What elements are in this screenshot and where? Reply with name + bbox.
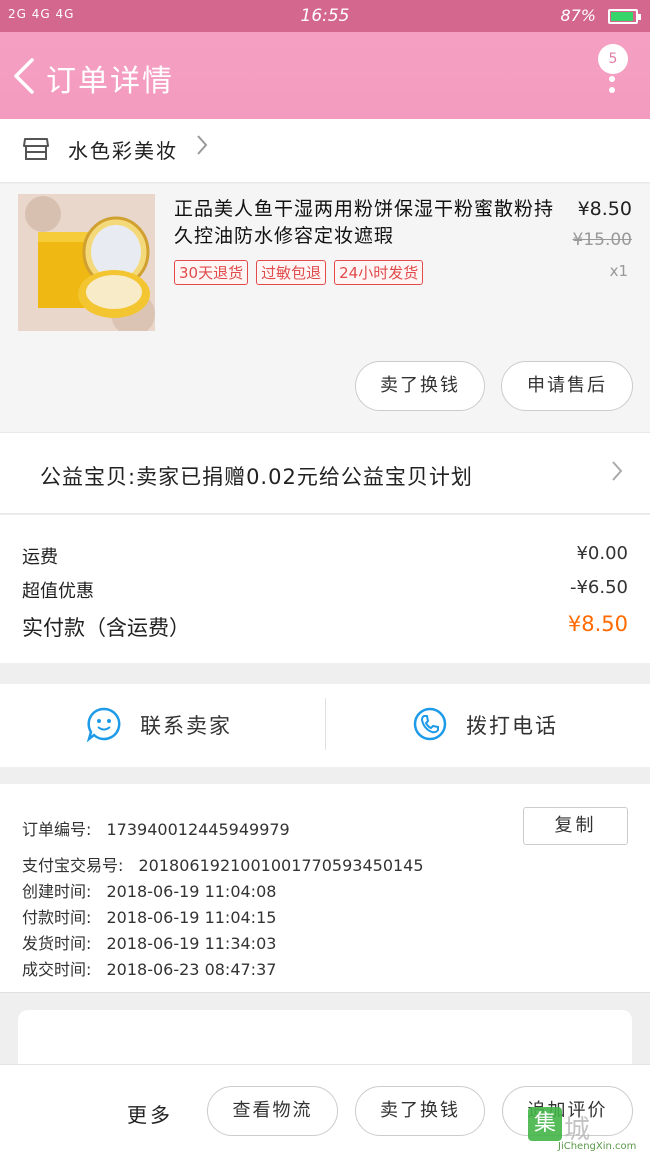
alipay-number-row: 支付宝交易号: 2018061921001001770593450145 xyxy=(22,852,424,876)
status-bar: 2G 4G 4G 16:55 87% xyxy=(0,0,650,32)
charity-row[interactable]: 公益宝贝:卖家已捐赠0.02元给公益宝贝计划 xyxy=(0,432,650,514)
message-badge: 5 xyxy=(598,44,628,74)
contact-bar: 联系卖家 拨打电话 xyxy=(0,684,650,767)
shop-name: 水色彩美妆 xyxy=(68,139,178,163)
service-tags: 30天退货 过敏包退 24小时发货 xyxy=(174,260,431,285)
product-item[interactable]: 正品美人鱼干湿两用粉饼保湿干粉蜜散粉持久控油防水修容定妆遮瑕 30天退货 过敏包退… xyxy=(0,184,650,432)
charity-text: 公益宝贝:卖家已捐赠0.02元给公益宝贝计划 xyxy=(40,465,473,489)
status-time: 16:55 xyxy=(300,6,350,26)
chat-bubble-icon xyxy=(86,706,122,743)
back-icon[interactable] xyxy=(10,56,40,94)
product-name: 正品美人鱼干湿两用粉饼保湿干粉蜜散粉持久控油防水修容定妆遮瑕 xyxy=(174,198,555,247)
after-sale-button[interactable]: 申请售后 xyxy=(501,361,633,411)
call-phone-button[interactable]: 拨打电话 xyxy=(326,684,650,767)
call-phone-label: 拨打电话 xyxy=(466,714,558,738)
paid-time: 2018-06-19 11:04:15 xyxy=(106,908,277,927)
created-time: 2018-06-19 11:04:08 xyxy=(106,882,277,901)
phone-icon xyxy=(412,706,448,742)
order-number-row: 订单编号: 173940012445949979 xyxy=(22,816,290,840)
alipay-number-label: 支付宝交易号: xyxy=(22,856,124,875)
watermark-url: JiChengXin.com xyxy=(558,1141,637,1152)
discount-label: 超值优惠 xyxy=(22,581,94,602)
more-dots-icon xyxy=(609,76,615,98)
original-price: ¥15.00 xyxy=(572,230,632,250)
tag-24h-ship: 24小时发货 xyxy=(334,260,424,285)
completed-time-label: 成交时间: xyxy=(22,960,92,979)
shipped-time: 2018-06-19 11:34:03 xyxy=(106,934,277,953)
more-menu-button[interactable]: 5 xyxy=(596,44,630,108)
shipped-time-row: 发货时间: 2018-06-19 11:34:03 xyxy=(22,930,276,954)
tag-allergy-return: 过敏包退 xyxy=(256,260,327,285)
shipping-fee-label: 运费 xyxy=(22,547,58,568)
product-price: ¥8.50 xyxy=(577,198,632,220)
resell-button[interactable]: 卖了换钱 xyxy=(355,361,485,411)
paid-time-label: 付款时间: xyxy=(22,908,92,927)
completed-time: 2018-06-23 08:47:37 xyxy=(106,960,277,979)
product-quantity: x1 xyxy=(609,262,628,280)
tag-30-day-return: 30天退货 xyxy=(174,260,249,285)
product-image[interactable] xyxy=(18,194,155,331)
store-icon xyxy=(22,135,50,163)
more-button[interactable]: 更多 xyxy=(127,1099,173,1128)
total-row: 实付款（含运费） ¥8.50 xyxy=(22,612,628,642)
alipay-number: 2018061921001001770593450145 xyxy=(138,856,424,875)
total-value: ¥8.50 xyxy=(567,612,628,636)
shipping-fee-row: 运费 ¥0.00 xyxy=(22,543,628,573)
created-time-label: 创建时间: xyxy=(22,882,92,901)
fee-summary: 运费 ¥0.00 超值优惠 -¥6.50 实付款（含运费） ¥8.50 xyxy=(0,515,650,663)
page-title: 订单详情 xyxy=(46,64,174,99)
order-number-label: 订单编号: xyxy=(22,820,92,839)
watermark: 集 城 JiChengXin.com xyxy=(528,1105,646,1153)
completed-time-row: 成交时间: 2018-06-23 08:47:37 xyxy=(22,956,276,980)
resell-button-bottom[interactable]: 卖了换钱 xyxy=(355,1086,485,1136)
chevron-right-icon xyxy=(610,459,624,489)
battery-percent: 87% xyxy=(560,6,596,25)
shipped-time-label: 发货时间: xyxy=(22,934,92,953)
discount-row: 超值优惠 -¥6.50 xyxy=(22,577,628,607)
copy-button[interactable]: 复制 xyxy=(523,807,628,845)
shipping-fee-value: ¥0.00 xyxy=(576,543,628,564)
battery-icon xyxy=(608,9,641,24)
discount-value: -¥6.50 xyxy=(569,577,628,598)
view-logistics-button[interactable]: 查看物流 xyxy=(207,1086,338,1136)
shop-row[interactable]: 水色彩美妆 xyxy=(0,119,650,183)
total-label: 实付款（含运费） xyxy=(22,616,190,640)
order-number: 173940012445949979 xyxy=(106,820,290,839)
contact-seller-button[interactable]: 联系卖家 xyxy=(0,684,325,767)
chevron-right-icon xyxy=(195,133,209,163)
order-info: 订单编号: 173940012445949979 复制 支付宝交易号: 2018… xyxy=(0,784,650,993)
paid-time-row: 付款时间: 2018-06-19 11:04:15 xyxy=(22,904,276,928)
watermark-logo: 集 xyxy=(528,1107,562,1141)
created-time-row: 创建时间: 2018-06-19 11:04:08 xyxy=(22,878,276,902)
nav-bar: 订单详情 5 xyxy=(0,32,650,119)
contact-seller-label: 联系卖家 xyxy=(140,714,232,738)
